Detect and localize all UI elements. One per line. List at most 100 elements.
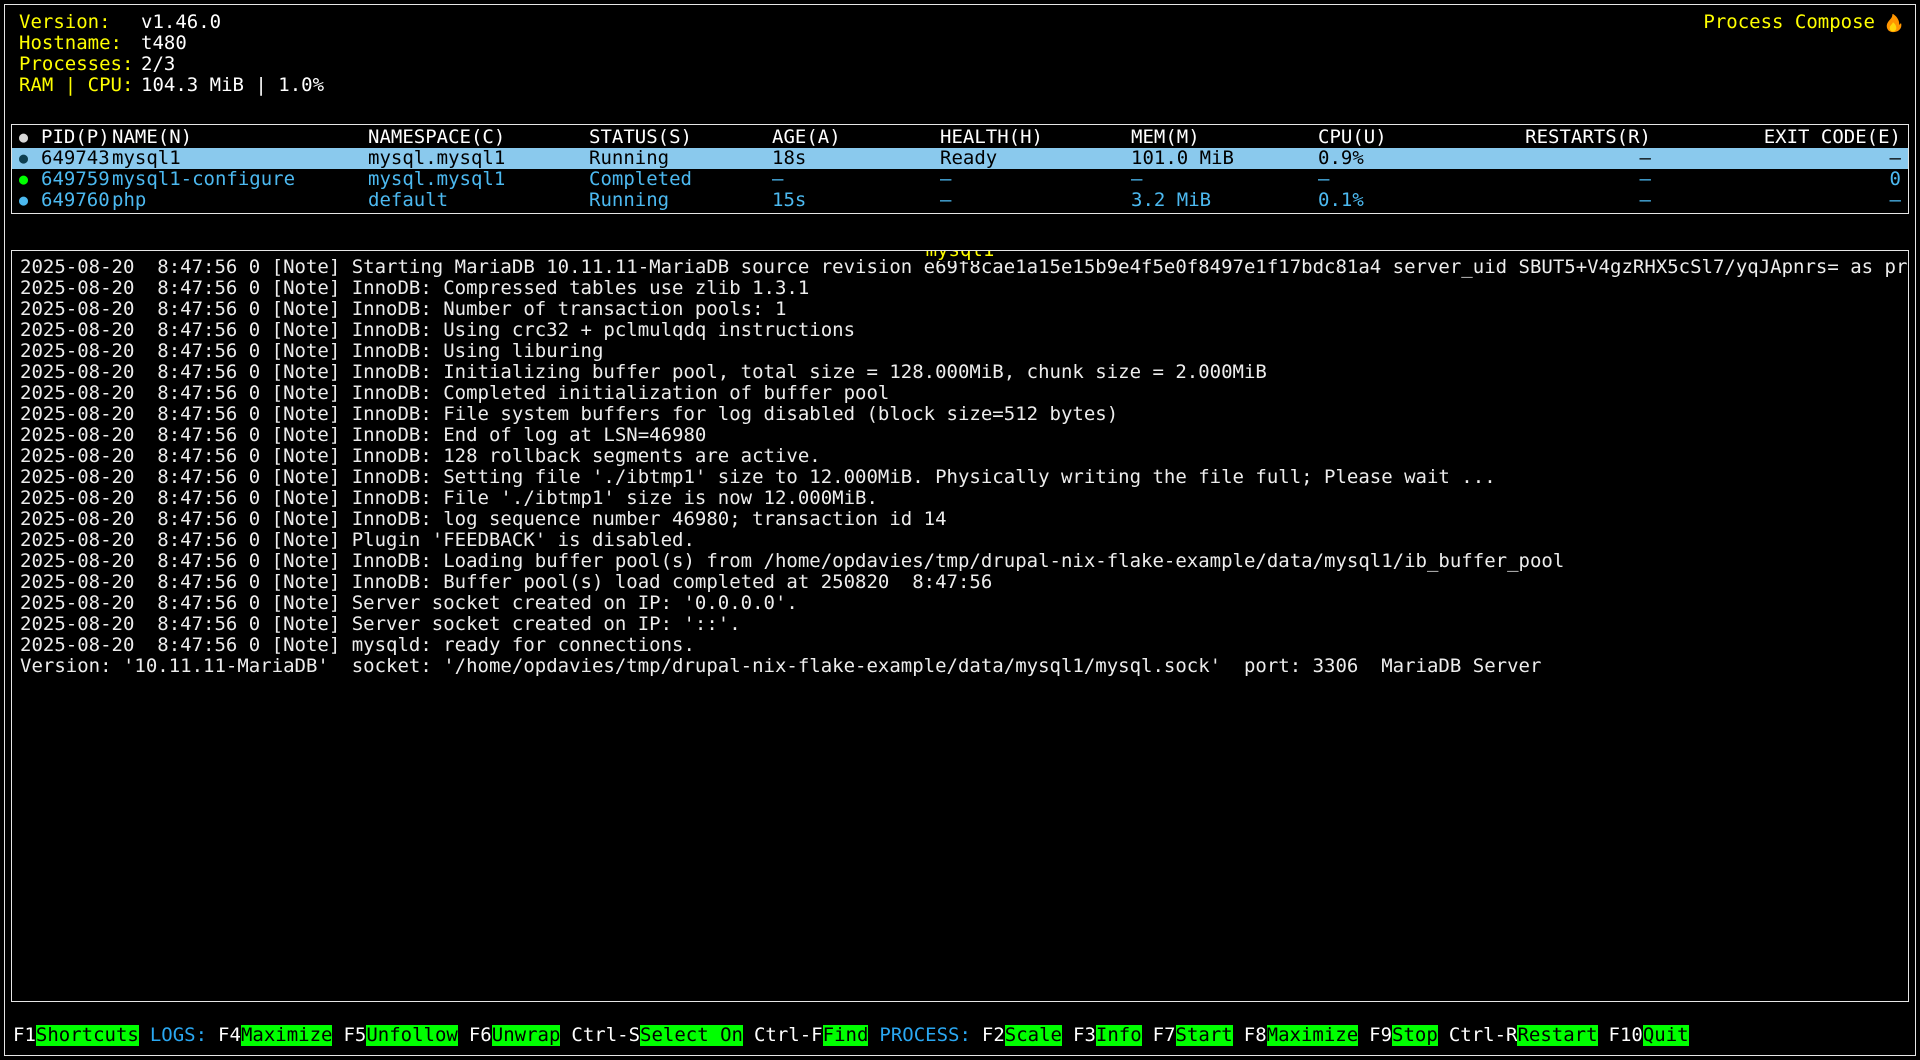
process-row[interactable]: ● 649760 php default Running 15s – 3.2 M… [12, 190, 1908, 211]
status-dot-icon: ● [19, 169, 41, 190]
column-header-cpu: CPU(U) [1318, 127, 1498, 148]
cell-restarts: – [1498, 148, 1651, 169]
shortcut-key: F9 [1369, 1025, 1392, 1046]
cell-age: 18s [772, 148, 940, 169]
footer-shortcut[interactable]: F1Shortcuts [13, 1025, 139, 1046]
log-line: 2025-08-20 8:47:56 0 [Note] Plugin 'FEED… [20, 530, 1900, 551]
shortcut-key: F2 [982, 1025, 1005, 1046]
ram-cpu-value: 104.3 MiB | 1.0% [141, 75, 324, 96]
cell-health: – [940, 190, 1131, 211]
status-dot-icon: ● [19, 190, 41, 211]
version-row: Version:v1.46.0 [19, 12, 324, 33]
footer-shortcut-bar: F1ShortcutsLOGS:F4MaximizeF5UnfollowF6Un… [5, 1022, 1915, 1048]
process-row[interactable]: ● 649759 mysql1-configure mysql.mysql1 C… [12, 169, 1908, 190]
cell-age: 15s [772, 190, 940, 211]
footer-shortcut[interactable]: F6Unwrap [469, 1025, 561, 1046]
footer-shortcut[interactable]: F9Stop [1369, 1025, 1438, 1046]
cell-exit-code: – [1651, 190, 1901, 211]
column-header-age: AGE(A) [772, 127, 940, 148]
footer-shortcut[interactable]: Ctrl-RRestart [1449, 1025, 1598, 1046]
cell-restarts: – [1498, 169, 1651, 190]
column-header-namespace: NAMESPACE(C) [368, 127, 589, 148]
ram-cpu-row: RAM | CPU:104.3 MiB | 1.0% [19, 75, 324, 96]
cell-health: – [940, 169, 1131, 190]
cell-name: mysql1 [112, 148, 368, 169]
cell-name: mysql1-configure [112, 169, 368, 190]
footer-shortcut[interactable]: F10Quit [1609, 1025, 1689, 1046]
cell-mem: 3.2 MiB [1131, 190, 1318, 211]
shortcut-label: Shortcuts [36, 1025, 139, 1046]
cell-status: Running [589, 190, 772, 211]
log-line: 2025-08-20 8:47:56 0 [Note] InnoDB: Sett… [20, 467, 1900, 488]
hostname-value: t480 [141, 33, 187, 54]
shortcut-label: Stop [1392, 1025, 1438, 1046]
processes-label: Processes: [19, 54, 141, 75]
footer-shortcut[interactable]: Ctrl-FFind [754, 1025, 868, 1046]
log-line: 2025-08-20 8:47:56 0 [Note] InnoDB: log … [20, 509, 1900, 530]
cell-exit-code: – [1651, 148, 1901, 169]
footer-section-label: LOGS: [150, 1025, 207, 1046]
shortcut-label: Select On [640, 1025, 743, 1046]
shortcut-label: Maximize [241, 1025, 333, 1046]
shortcut-label: Maximize [1267, 1025, 1359, 1046]
shortcut-label: Unwrap [492, 1025, 561, 1046]
cell-restarts: – [1498, 190, 1651, 211]
column-header-status: STATUS(S) [589, 127, 772, 148]
shortcut-key: F6 [469, 1025, 492, 1046]
log-line: 2025-08-20 8:47:56 0 [Note] InnoDB: Load… [20, 551, 1900, 572]
shortcut-key: Ctrl-F [754, 1025, 823, 1046]
log-line: 2025-08-20 8:47:56 0 [Note] InnoDB: File… [20, 404, 1900, 425]
log-line: Version: '10.11.11-MariaDB' socket: '/ho… [20, 656, 1900, 677]
log-panel[interactable]: mysql1 2025-08-20 8:47:56 0 [Note] Start… [11, 250, 1909, 1002]
process-compose-app: Version:v1.46.0 Hostname:t480 Processes:… [4, 4, 1916, 1056]
cell-status: Completed [589, 169, 772, 190]
log-line: 2025-08-20 8:47:56 0 [Note] InnoDB: Buff… [20, 572, 1900, 593]
shortcut-key: F5 [343, 1025, 366, 1046]
version-value: v1.46.0 [141, 12, 221, 33]
footer-shortcut[interactable]: F4Maximize [218, 1025, 332, 1046]
log-line: 2025-08-20 8:47:56 0 [Note] InnoDB: 128 … [20, 446, 1900, 467]
app-title: Process Compose [1703, 12, 1903, 96]
process-table: ● PID(P) NAME(N) NAMESPACE(C) STATUS(S) … [11, 124, 1909, 214]
log-line: 2025-08-20 8:47:56 0 [Note] InnoDB: Init… [20, 362, 1900, 383]
column-header-exit-code: EXIT CODE(E) [1651, 127, 1901, 148]
version-label: Version: [19, 12, 141, 33]
process-rows: ● 649743 mysql1 mysql.mysql1 Running 18s… [12, 148, 1908, 211]
log-line: 2025-08-20 8:47:56 0 [Note] InnoDB: Comp… [20, 383, 1900, 404]
cell-mem: – [1131, 169, 1318, 190]
shortcut-key: F10 [1609, 1025, 1643, 1046]
shortcut-label: Quit [1643, 1025, 1689, 1046]
column-header-restarts: RESTARTS(R) [1498, 127, 1651, 148]
fire-icon [1883, 13, 1903, 33]
cell-name: php [112, 190, 368, 211]
footer-shortcut[interactable]: F8Maximize [1244, 1025, 1358, 1046]
column-header-pid: PID(P) [41, 127, 112, 148]
log-line: 2025-08-20 8:47:56 0 [Note] InnoDB: File… [20, 488, 1900, 509]
cell-pid: 649760 [41, 190, 112, 211]
hostname-row: Hostname:t480 [19, 33, 324, 54]
footer-shortcut[interactable]: F5Unfollow [343, 1025, 457, 1046]
ram-cpu-label: RAM | CPU: [19, 75, 141, 96]
column-header-name: NAME(N) [112, 127, 368, 148]
footer-section-label: PROCESS: [879, 1025, 971, 1046]
log-line: 2025-08-20 8:47:56 0 [Note] mysqld: read… [20, 635, 1900, 656]
footer-shortcut[interactable]: F7Start [1153, 1025, 1233, 1046]
log-line: 2025-08-20 8:47:56 0 [Note] InnoDB: End … [20, 425, 1900, 446]
shortcut-label: Unfollow [366, 1025, 458, 1046]
shortcut-key: Ctrl-S [571, 1025, 640, 1046]
shortcut-label: Find [823, 1025, 869, 1046]
log-lines: 2025-08-20 8:47:56 0 [Note] Starting Mar… [20, 257, 1900, 677]
footer-shortcut[interactable]: Ctrl-SSelect On [571, 1025, 743, 1046]
cell-status: Running [589, 148, 772, 169]
process-row[interactable]: ● 649743 mysql1 mysql.mysql1 Running 18s… [12, 148, 1908, 169]
log-line: 2025-08-20 8:47:56 0 [Note] InnoDB: Usin… [20, 320, 1900, 341]
cell-age: – [772, 169, 940, 190]
cell-namespace: mysql.mysql1 [368, 148, 589, 169]
footer-shortcut[interactable]: F3Info [1073, 1025, 1142, 1046]
footer-shortcut[interactable]: F2Scale [982, 1025, 1062, 1046]
log-line: 2025-08-20 8:47:56 0 [Note] Server socke… [20, 614, 1900, 635]
shortcut-key: F1 [13, 1025, 36, 1046]
cell-exit-code: 0 [1651, 169, 1901, 190]
shortcut-key: F4 [218, 1025, 241, 1046]
shortcut-key: F8 [1244, 1025, 1267, 1046]
